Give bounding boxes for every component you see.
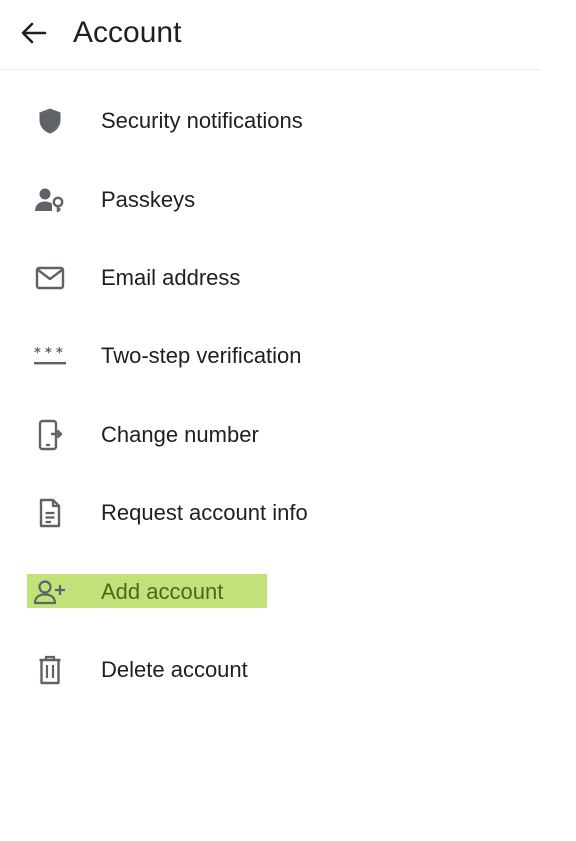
app-bar: Account [0,0,540,70]
settings-menu: Security notifications Passkeys Email ad… [0,82,576,709]
menu-item-label: Delete account [101,656,248,682]
menu-item-label: Two-step verification [101,343,302,369]
envelope-icon [30,262,70,294]
back-button[interactable] [14,16,54,50]
menu-item-label: Email address [101,264,241,290]
menu-item-delete-account[interactable]: Delete account [0,631,576,709]
svg-text:*: * [45,346,52,361]
menu-item-label: Add account [101,578,224,604]
arrow-left-icon [21,22,47,44]
menu-item-label: Request account info [101,500,308,526]
trash-icon [30,654,70,686]
account-settings-screen: Account Security notifications Passkeys … [0,0,576,841]
menu-item-security-notifications[interactable]: Security notifications [0,82,576,160]
page-title: Account [73,16,182,49]
phone-transfer-icon [30,419,70,451]
menu-item-label: Passkeys [101,186,196,212]
person-key-icon [30,184,70,216]
svg-text:*: * [34,346,41,361]
shield-icon [30,105,70,137]
password-dots-icon: * * * [30,340,70,372]
svg-text:*: * [56,346,63,361]
menu-item-email-address[interactable]: Email address [0,239,576,317]
menu-item-label: Security notifications [101,108,303,134]
menu-item-change-number[interactable]: Change number [0,396,576,474]
menu-item-label: Change number [101,421,259,447]
menu-item-two-step-verification[interactable]: * * * Two-step verification [0,317,576,395]
menu-item-add-account[interactable]: Add account [0,552,576,630]
person-add-icon [30,576,70,608]
document-icon [30,497,70,529]
menu-item-request-account-info[interactable]: Request account info [0,474,576,552]
menu-item-passkeys[interactable]: Passkeys [0,160,576,238]
